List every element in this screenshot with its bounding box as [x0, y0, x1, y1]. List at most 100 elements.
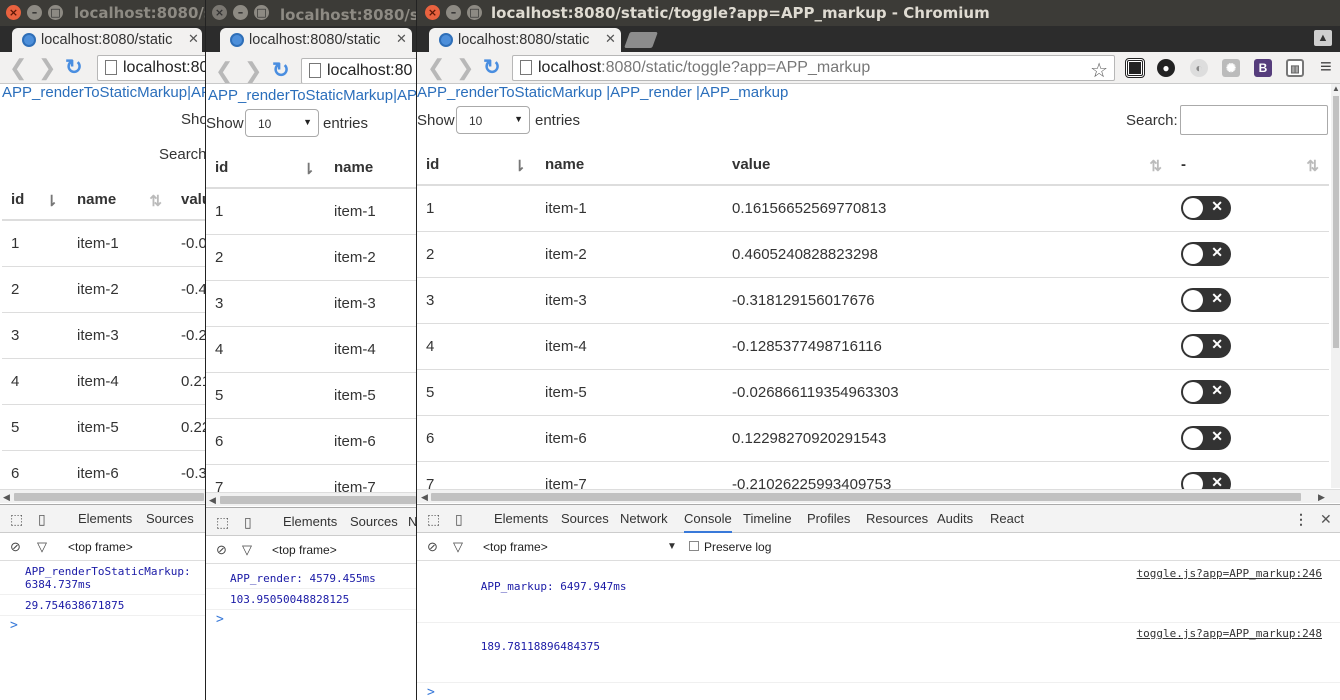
window-minimize-button[interactable]: – — [27, 5, 42, 20]
link-render-to-static-markup[interactable]: APP_renderToStaticMarkup — [417, 84, 602, 101]
window-maximize-button[interactable]: □ — [467, 5, 482, 20]
devtools-tab-sources[interactable]: Sources — [350, 514, 398, 529]
more-options-icon[interactable]: ⋮ — [1294, 511, 1308, 528]
device-mode-icon[interactable]: ▯ — [38, 511, 46, 528]
clear-console-icon[interactable]: ⊘ — [216, 542, 227, 558]
toggle-switch[interactable]: ✕ — [1181, 380, 1231, 404]
clear-console-icon[interactable]: ⊘ — [427, 539, 438, 555]
log-source-link[interactable]: toggle.js?app=APP_markup:248 — [1137, 627, 1322, 640]
filter-icon[interactable]: ▽ — [242, 542, 252, 558]
browser-tab[interactable]: localhost:8080/static ✕ — [429, 28, 621, 52]
devtools-tab-timeline[interactable]: Timeline — [743, 511, 792, 526]
device-mode-icon[interactable]: ▯ — [244, 514, 252, 531]
new-tab-button[interactable] — [624, 32, 658, 48]
tab-close-icon[interactable]: ✕ — [396, 31, 407, 47]
frame-selector[interactable]: <top frame> — [483, 540, 548, 554]
devtools-tab-elements[interactable]: Elements — [283, 514, 337, 529]
column-header-id[interactable]: id ⇂ — [206, 148, 325, 189]
close-devtools-icon[interactable]: ✕ — [1320, 511, 1332, 528]
back-arrow-icon[interactable]: ❮ — [427, 57, 445, 79]
bookmark-star-icon[interactable]: ☆ — [1090, 58, 1108, 80]
scroll-right-icon[interactable]: ▶ — [1318, 490, 1325, 504]
forward-arrow-icon[interactable]: ❯ — [38, 57, 56, 79]
horizontal-scrollbar[interactable]: ◀ — [0, 489, 206, 503]
devtools-tab-sources[interactable]: Sources — [146, 511, 194, 526]
inspect-icon[interactable]: ⬚ — [427, 511, 440, 528]
scrollbar-thumb[interactable] — [431, 493, 1301, 501]
vertical-scrollbar[interactable]: ▲ — [1331, 84, 1340, 488]
back-arrow-icon[interactable]: ❮ — [215, 60, 233, 82]
scroll-up-icon[interactable]: ▲ — [1332, 84, 1340, 93]
window-minimize-button[interactable]: – — [446, 5, 461, 20]
address-bar[interactable]: localhost:80 — [301, 58, 417, 83]
horizontal-scrollbar[interactable]: ◀ ▶ — [417, 489, 1340, 503]
inspect-icon[interactable]: ⬚ — [10, 511, 23, 528]
user-icon[interactable]: ▲ — [1314, 30, 1332, 46]
clear-console-icon[interactable]: ⊘ — [10, 539, 21, 555]
window-close-button[interactable]: × — [6, 5, 21, 20]
reload-icon[interactable]: ↻ — [272, 60, 290, 82]
tab-close-icon[interactable]: ✕ — [188, 31, 199, 47]
devtools-tab-network[interactable]: Network — [620, 511, 668, 526]
toggle-switch[interactable]: ✕ — [1181, 242, 1231, 266]
frame-selector[interactable]: <top frame> — [272, 543, 337, 557]
toggle-switch[interactable]: ✕ — [1181, 288, 1231, 312]
link-app-markup[interactable]: |APP_markup — [692, 84, 788, 101]
toggle-switch[interactable]: ✕ — [1181, 426, 1231, 450]
scroll-left-icon[interactable]: ◀ — [3, 490, 10, 504]
frame-selector[interactable]: <top frame> — [68, 540, 133, 554]
column-header-toggle[interactable]: - ⇅ — [1172, 145, 1329, 186]
device-mode-icon[interactable]: ▯ — [455, 511, 463, 528]
devtools-tab-elements[interactable]: Elements — [78, 511, 132, 526]
search-input[interactable] — [1180, 105, 1328, 135]
scrollbar-thumb[interactable] — [14, 493, 204, 501]
devtools-tab-resources[interactable]: Resources — [866, 511, 928, 526]
entries-select[interactable]: 10 ▼ — [245, 109, 319, 137]
window-maximize-button[interactable]: □ — [254, 5, 269, 20]
scroll-left-icon[interactable]: ◀ — [421, 490, 428, 504]
console-prompt[interactable]: > — [206, 610, 417, 629]
devtools-tab-sources[interactable]: Sources — [561, 511, 609, 526]
toggle-switch[interactable]: ✕ — [1181, 334, 1231, 358]
devtools-tab-console[interactable]: Console — [684, 511, 732, 533]
console-prompt[interactable]: > — [417, 683, 1340, 700]
link-app-partial[interactable]: |AP — [187, 84, 206, 101]
extension-swirl-icon[interactable]: ◐ — [1190, 59, 1208, 77]
inspect-icon[interactable]: ⬚ — [216, 514, 229, 531]
window-close-button[interactable]: × — [212, 5, 227, 20]
layout-icon[interactable]: ▥ — [1286, 59, 1304, 77]
toggle-switch[interactable]: ✕ — [1181, 196, 1231, 221]
column-header-value[interactable]: valu — [172, 180, 206, 221]
filter-icon[interactable]: ▽ — [453, 539, 463, 555]
devtools-tab-elements[interactable]: Elements — [494, 511, 548, 526]
browser-tab[interactable]: localhost:8080/static ✕ — [220, 28, 412, 52]
link-app-partial[interactable]: |APP — [393, 87, 417, 104]
horizontal-scrollbar[interactable]: ◀ — [206, 492, 417, 506]
github-icon[interactable]: ● — [1157, 59, 1175, 77]
address-bar[interactable]: localhost:8080/static/toggle?app=APP_mar… — [512, 55, 1115, 81]
column-header-name[interactable]: name — [325, 148, 417, 189]
reload-icon[interactable]: ↻ — [483, 57, 501, 79]
filter-icon[interactable]: ▽ — [37, 539, 47, 555]
menu-icon[interactable]: ≡ — [1320, 56, 1332, 79]
column-header-value[interactable]: value ⇅ — [723, 145, 1172, 186]
link-render-to-static-markup[interactable]: APP_renderToStaticMarkup — [208, 87, 393, 104]
column-header-id[interactable]: id ⇂ — [417, 145, 536, 186]
tab-close-icon[interactable]: ✕ — [605, 31, 616, 47]
qr-code-icon[interactable] — [1125, 58, 1145, 78]
log-source-link[interactable]: toggle.js?app=APP_markup:246 — [1137, 567, 1322, 580]
link-app-render[interactable]: |APP_render — [602, 84, 692, 101]
browser-tab[interactable]: localhost:8080/static ✕ — [12, 28, 202, 52]
extension-grid-icon[interactable]: ✺ — [1222, 59, 1240, 77]
window-close-button[interactable]: × — [425, 5, 440, 20]
column-header-name[interactable]: name — [536, 145, 723, 186]
scroll-left-icon[interactable]: ◀ — [209, 493, 216, 507]
devtools-tab-audits[interactable]: Audits — [937, 511, 973, 526]
address-bar[interactable]: localhost:8080 — [97, 55, 206, 81]
scrollbar-thumb[interactable] — [1333, 96, 1339, 348]
bootstrap-icon[interactable]: B — [1254, 59, 1272, 77]
scrollbar-thumb[interactable] — [220, 496, 416, 504]
console-prompt[interactable]: > — [0, 616, 206, 635]
reload-icon[interactable]: ↻ — [65, 57, 83, 79]
column-header-name[interactable]: name ⇅ — [68, 180, 172, 221]
